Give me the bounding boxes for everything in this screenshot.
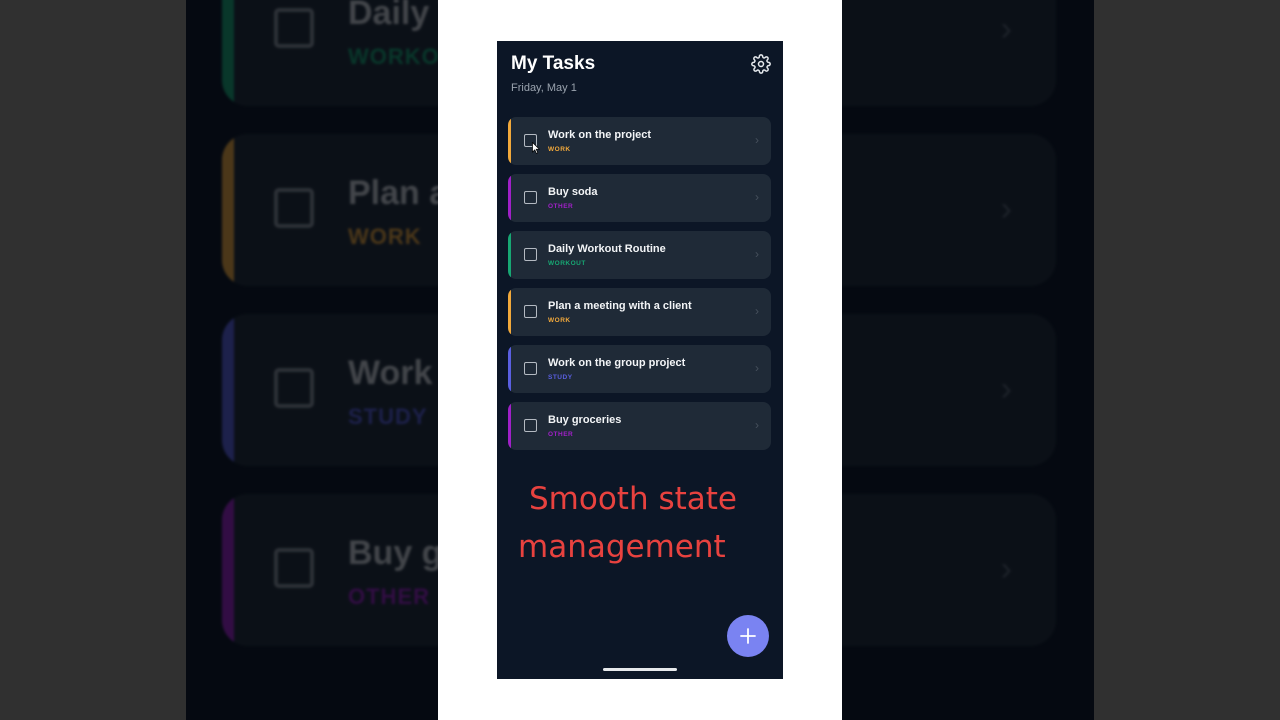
task-checkbox[interactable] <box>524 362 537 375</box>
plus-icon <box>740 628 756 644</box>
page-title: My Tasks <box>511 53 596 74</box>
add-task-button[interactable] <box>727 615 769 657</box>
task-item[interactable]: Work on the group project STUDY › <box>508 345 771 393</box>
task-checkbox[interactable] <box>524 419 537 432</box>
phone-screen: My Tasks Friday, May 1 Work on the proje… <box>497 41 783 679</box>
task-title: Buy soda <box>548 186 598 198</box>
task-accent <box>508 174 511 222</box>
chevron-right-icon: › <box>755 304 759 318</box>
task-item[interactable]: Plan a meeting with a client WORK › <box>508 288 771 336</box>
task-tag: OTHER <box>548 431 574 438</box>
task-title: Buy groceries <box>548 414 622 426</box>
overlay-caption-line1: Smooth state <box>529 481 737 517</box>
task-item[interactable]: Buy soda OTHER › <box>508 174 771 222</box>
task-checkbox[interactable] <box>524 305 537 318</box>
page-date: Friday, May 1 <box>511 82 577 94</box>
task-item[interactable]: Work on the project WORK › <box>508 117 771 165</box>
task-tag: WORK <box>548 146 571 153</box>
status-bar <box>509 43 771 51</box>
chevron-right-icon: › <box>755 190 759 204</box>
task-title: Work on the project <box>548 129 652 141</box>
task-accent <box>508 402 511 450</box>
task-tag: WORKOUT <box>548 260 586 267</box>
task-title: Work on the group project <box>548 357 686 369</box>
task-title: Daily Workout Routine <box>548 243 666 255</box>
task-item[interactable]: Buy groceries OTHER › <box>508 402 771 450</box>
gear-icon[interactable] <box>751 54 771 74</box>
task-checkbox[interactable] <box>524 248 537 261</box>
task-accent <box>508 345 511 393</box>
chevron-right-icon: › <box>755 418 759 432</box>
overlay-caption-line2: management <box>518 529 726 565</box>
task-tag: OTHER <box>548 203 574 210</box>
chevron-right-icon: › <box>755 133 759 147</box>
task-title: Plan a meeting with a client <box>548 300 692 312</box>
home-indicator[interactable] <box>603 668 677 671</box>
task-tag: WORK <box>548 317 571 324</box>
task-tag: STUDY <box>548 374 573 381</box>
chevron-right-icon: › <box>755 361 759 375</box>
task-accent <box>508 288 511 336</box>
task-checkbox[interactable] <box>524 191 537 204</box>
mouse-cursor-icon <box>532 142 540 154</box>
chevron-right-icon: › <box>755 247 759 261</box>
task-item[interactable]: Daily Workout Routine WORKOUT › <box>508 231 771 279</box>
task-accent <box>508 117 511 165</box>
task-list: Work on the project WORK › Buy soda OTHE… <box>508 117 771 459</box>
task-accent <box>508 231 511 279</box>
